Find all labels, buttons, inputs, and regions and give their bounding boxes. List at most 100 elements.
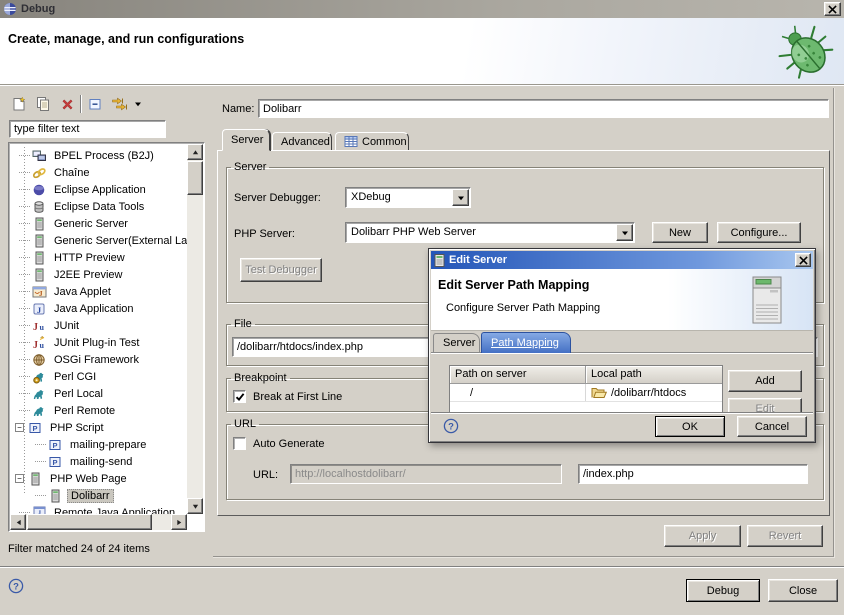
tree-item-java-application[interactable]: JJava Application (10, 300, 187, 317)
footer-separator (0, 566, 844, 568)
new-launch-config-icon[interactable] (8, 94, 30, 114)
svg-text:P: P (52, 458, 57, 467)
dialog-tab-server[interactable]: Server (433, 333, 480, 352)
filter-input[interactable] (9, 120, 166, 138)
tree-item-label: PHP Web Page (47, 473, 130, 485)
debug-button[interactable]: Debug (686, 579, 760, 602)
tree-item-label: Chaîne (51, 167, 92, 179)
auto-generate-checkbox[interactable] (233, 437, 246, 450)
tree-connector (19, 342, 30, 343)
name-input[interactable] (258, 99, 829, 118)
delete-icon[interactable] (56, 94, 78, 114)
column-header-local-path[interactable]: Local path (586, 366, 723, 384)
menu-dropdown-icon[interactable] (132, 94, 144, 114)
tree-item-osgi-framework[interactable]: OSGi Framework (10, 351, 187, 368)
tree-hscrollbar[interactable] (10, 514, 187, 530)
filter-status: Filter matched 24 of 24 items (8, 543, 150, 555)
break-first-line-checkbox[interactable] (233, 390, 246, 403)
perl-cgi-icon (31, 370, 47, 384)
php-server-combo[interactable]: Dolibarr PHP Web Server (345, 222, 635, 243)
configure-button[interactable]: Configure... (717, 222, 801, 243)
tree-item-eclipse-application[interactable]: Eclipse Application (10, 181, 187, 198)
server-tower-icon (749, 275, 785, 325)
mapping-row[interactable]: / /dolibarr/htdocs (450, 384, 722, 402)
tab-server[interactable]: Server (222, 129, 270, 151)
vscroll-thumb[interactable] (187, 161, 203, 195)
scroll-down-icon[interactable] (187, 498, 203, 514)
test-debugger-button: Test Debugger (240, 258, 322, 282)
scroll-up-icon[interactable] (187, 144, 203, 160)
tree-item-mailing-prepare[interactable]: Pmailing-prepare (10, 436, 187, 453)
filter-icon[interactable] (108, 94, 130, 114)
tree-item-label: Generic Server (51, 218, 131, 230)
java-applet-icon: J (31, 285, 47, 299)
tree-item-junit[interactable]: JuJUnit (10, 317, 187, 334)
tree-item-remote-java-application[interactable]: JRemote Java Application (10, 504, 187, 514)
svg-text:P: P (32, 424, 37, 433)
collapse-expander-icon[interactable]: − (15, 474, 24, 483)
hscroll-thumb[interactable] (27, 514, 152, 530)
scroll-right-icon[interactable] (171, 514, 187, 530)
tree-item-generic-server[interactable]: Generic Server (10, 215, 187, 232)
collapse-expander-icon[interactable]: − (15, 423, 24, 432)
duplicate-icon[interactable] (32, 94, 54, 114)
tree-item-junit-plug-in-test[interactable]: JuJUnit Plug-in Test (10, 334, 187, 351)
tree-item-bpel-process-b2j[interactable]: BPEL Process (B2J) (10, 147, 187, 164)
scroll-left-icon[interactable] (10, 514, 26, 530)
server-icon (47, 489, 63, 503)
php-file-icon: P (47, 455, 63, 469)
tree-connector (19, 172, 30, 173)
url-path-input[interactable] (578, 464, 808, 484)
tree-connector (19, 325, 30, 326)
tree-item-generic-server-external-la[interactable]: Generic Server(External La (10, 232, 187, 249)
tree-item-label: Java Application (51, 303, 137, 315)
tree-connector (19, 189, 30, 190)
new-server-button[interactable]: New (652, 222, 708, 243)
chevron-down-icon[interactable] (452, 189, 469, 206)
help-icon[interactable]: ? (443, 418, 459, 434)
launch-toolbar (8, 94, 144, 114)
tree-connector (35, 461, 46, 462)
tree-connector (19, 257, 30, 258)
add-button[interactable]: Add (728, 370, 802, 392)
tree-item-label: Dolibarr (67, 489, 114, 503)
tree-item-perl-remote[interactable]: Perl Remote (10, 402, 187, 419)
server-debugger-combo[interactable]: XDebug (345, 187, 471, 208)
tab-advanced[interactable]: Advanced (272, 132, 332, 151)
tree-item-j2ee-preview[interactable]: J2EE Preview (10, 266, 187, 283)
help-icon[interactable]: ? (8, 578, 24, 594)
tree-item-eclipse-data-tools[interactable]: Eclipse Data Tools (10, 198, 187, 215)
dialog-footer: ? OK Cancel (431, 412, 813, 440)
dialog-tab-path-mapping[interactable]: Path Mapping (481, 332, 571, 353)
server-icon (27, 472, 43, 486)
tree-item-php-script[interactable]: −PPHP Script (10, 419, 187, 436)
tree-connector (19, 359, 30, 360)
tree-item-dolibarr[interactable]: Dolibarr (10, 487, 187, 504)
path-on-server-cell: / (450, 384, 586, 401)
tree-item-perl-local[interactable]: Perl Local (10, 385, 187, 402)
dialog-close-button[interactable] (795, 253, 811, 267)
column-header-path-on-server[interactable]: Path on server (450, 366, 586, 384)
tab-common[interactable]: Common (335, 132, 409, 151)
junit-plugin-icon: Ju (31, 336, 47, 350)
break-first-line-label: Break at First Line (253, 391, 342, 403)
collapse-all-icon[interactable] (84, 94, 106, 114)
server-icon (31, 217, 47, 231)
chevron-down-icon[interactable] (616, 224, 633, 241)
cancel-button[interactable]: Cancel (737, 416, 807, 437)
tree-item-label: JUnit (51, 320, 82, 332)
tree-item-cha-ne[interactable]: Chaîne (10, 164, 187, 181)
tree-item-mailing-send[interactable]: Pmailing-send (10, 453, 187, 470)
database-icon (31, 200, 47, 214)
window-close-button[interactable] (824, 2, 841, 16)
tree-item-php-web-page[interactable]: − PHP Web Page (10, 470, 187, 487)
tree-item-label: Generic Server(External La (51, 235, 187, 247)
ok-button[interactable]: OK (655, 416, 725, 437)
tree-vscrollbar[interactable] (187, 144, 203, 514)
close-button[interactable]: Close (768, 579, 838, 602)
tree-item-java-applet[interactable]: JJava Applet (10, 283, 187, 300)
tree-item-label: Remote Java Application (51, 507, 178, 515)
tree-item-perl-cgi[interactable]: Perl CGI (10, 368, 187, 385)
revert-button: Revert (747, 525, 823, 547)
tree-item-http-preview[interactable]: HTTP Preview (10, 249, 187, 266)
